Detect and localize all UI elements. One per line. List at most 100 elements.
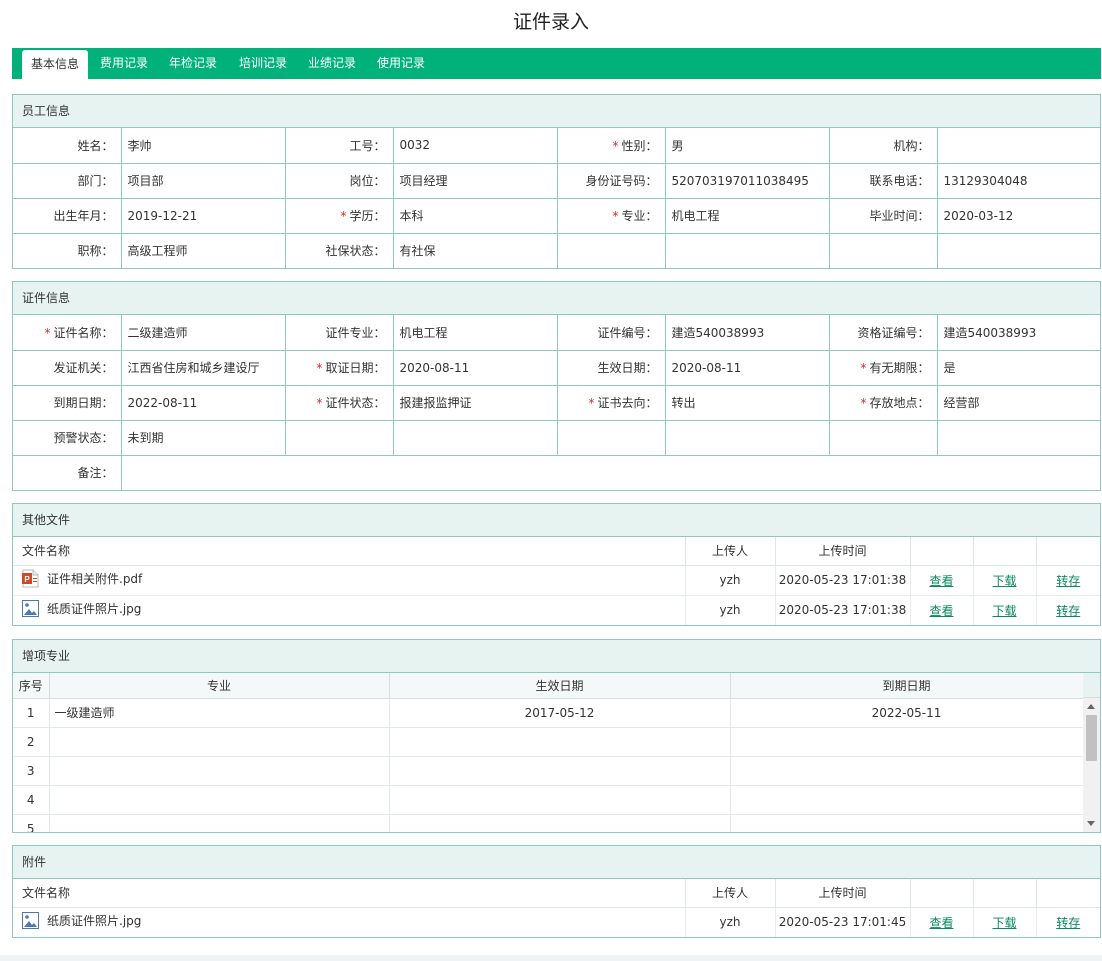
grid-row[interactable]: 2 [13,727,1084,757]
field-value[interactable]: 报建报监押证 [393,385,558,421]
end-date-cell[interactable] [730,727,1084,757]
remark-field[interactable] [121,455,1100,490]
field-value[interactable]: 江西省住房和城乡建设厅 [121,350,286,386]
field-value[interactable] [937,128,1100,164]
field-value[interactable]: 13129304048 [937,163,1100,199]
scroll-down-arrow-icon[interactable] [1087,821,1095,826]
field-value[interactable]: 2022-08-11 [121,385,286,421]
field-value[interactable]: 李帅 [121,128,286,164]
field-value[interactable]: 项目部 [121,163,286,199]
grid-row[interactable]: 5 [13,814,1084,832]
field-label-text: 专业： [621,209,658,223]
field-value[interactable]: 建造540038993 [937,315,1100,351]
end-date-cell[interactable]: 2022-05-11 [730,698,1084,728]
field-label: 到期日期： [13,385,122,421]
field-value[interactable]: 520703197011038495 [665,163,830,199]
grid-row[interactable]: 1 一级建造师 2017-05-12 2022-05-11 [13,698,1084,728]
major-cell[interactable] [49,785,390,815]
download-link[interactable]: 下载 [992,604,1016,618]
transfer-link[interactable]: 转存 [1056,574,1080,588]
column-header-upload-time: 上传时间 [774,537,910,566]
attachments-table: 文件名称 上传人 上传时间 纸质证件照片.jpg yzh 2020-05-23 17… [13,879,1100,937]
field-value[interactable]: 机电工程 [665,198,830,234]
download-link-cell: 下载 [972,907,1036,937]
end-date-cell[interactable] [730,814,1084,832]
field-value[interactable]: 2019-12-21 [121,198,286,234]
tab-training-records[interactable]: 培训记录 [230,48,296,79]
certificate-info-table: * 证件名称： 二级建造师 证件专业： 机电工程 证件编号： 建造540038993 资格证编… [13,315,1100,490]
transfer-link[interactable]: 转存 [1056,604,1080,618]
view-link[interactable]: 查看 [929,916,953,930]
tab-fee-records[interactable]: 费用记录 [92,48,156,79]
field-value[interactable] [937,420,1100,456]
major-cell[interactable] [49,814,390,832]
view-link[interactable]: 查看 [929,574,953,588]
download-link[interactable]: 下载 [992,916,1016,930]
tab-bar: 基本信息 费用记录 年检记录 培训记录 业绩记录 使用记录 [12,48,1101,79]
column-header-uploader: 上传人 [684,537,775,566]
required-mark: * [860,361,867,375]
field-value[interactable]: 高级工程师 [121,233,286,268]
field-value[interactable]: 男 [665,128,830,164]
column-header-download [972,537,1036,566]
field-value[interactable]: 经营部 [937,385,1100,421]
field-value[interactable] [665,420,830,456]
field-value[interactable]: 2020-08-11 [393,350,558,386]
field-label: * 证书去向： [557,385,666,421]
uploader-cell: yzh [684,907,775,937]
row-index: 2 [13,727,50,757]
field-label [829,233,938,268]
field-label: 社保状态： [285,233,394,268]
download-link[interactable]: 下载 [992,574,1016,588]
field-value[interactable] [937,233,1100,268]
major-cell[interactable] [49,727,390,757]
field-value[interactable] [665,233,830,268]
field-value[interactable]: 二级建造师 [121,315,286,351]
file-name[interactable]: 纸质证件照片.jpg [22,912,141,930]
field-value[interactable]: 未到期 [121,420,286,456]
field-label: 证件专业： [285,315,394,351]
start-date-cell[interactable] [389,727,731,757]
tab-performance-records[interactable]: 业绩记录 [300,48,364,79]
start-date-cell[interactable] [389,785,731,815]
column-header-start-date: 生效日期 [389,673,731,699]
field-value[interactable]: 建造540038993 [665,315,830,351]
field-value[interactable]: 机电工程 [393,315,558,351]
view-link[interactable]: 查看 [929,604,953,618]
transfer-link[interactable]: 转存 [1056,916,1080,930]
field-value[interactable]: 2020-03-12 [937,198,1100,234]
tab-usage-records[interactable]: 使用记录 [368,48,434,79]
field-label: 机构： [829,128,938,164]
end-date-cell[interactable] [730,785,1084,815]
major-cell[interactable] [49,756,390,786]
field-value[interactable]: 本科 [393,198,558,234]
form-row: 部门： 项目部 岗位： 项目经理 身份证号码： 520703197011038495 联系电… [13,163,1100,199]
major-cell[interactable]: 一级建造师 [49,698,390,728]
grid-row[interactable]: 4 [13,785,1084,815]
end-date-cell[interactable] [730,756,1084,786]
start-date-cell[interactable]: 2017-05-12 [389,698,731,728]
field-value[interactable]: 2020-08-11 [665,350,830,386]
field-value[interactable] [393,420,558,456]
field-value[interactable]: 是 [937,350,1100,386]
tab-basic-info[interactable]: 基本信息 [22,50,88,79]
field-label-text: 发证机关： [53,361,114,375]
field-label: * 存放地点： [829,385,938,421]
grid-scrollbar[interactable] [1083,698,1100,832]
field-value[interactable]: 0032 [393,128,558,164]
form-row: 预警状态： 未到期 [13,420,1100,456]
file-name[interactable]: P 证件相关附件.pdf [22,569,142,588]
field-value[interactable]: 项目经理 [393,163,558,199]
scroll-up-arrow-icon[interactable] [1087,704,1095,709]
start-date-cell[interactable] [389,756,731,786]
field-value[interactable]: 有社保 [393,233,558,268]
file-name[interactable]: 纸质证件照片.jpg [22,600,141,618]
field-value[interactable]: 转出 [665,385,830,421]
tab-inspection-records[interactable]: 年检记录 [160,48,226,79]
employee-info-title: 员工信息 [13,95,1100,128]
scroll-thumb[interactable] [1086,715,1097,761]
column-header-upload-time: 上传时间 [774,879,910,908]
form-row: 到期日期： 2022-08-11 * 证件状态： 报建报监押证 * 证书去向： 转出 * 存放地点… [13,385,1100,421]
grid-row[interactable]: 3 [13,756,1084,786]
start-date-cell[interactable] [389,814,731,832]
